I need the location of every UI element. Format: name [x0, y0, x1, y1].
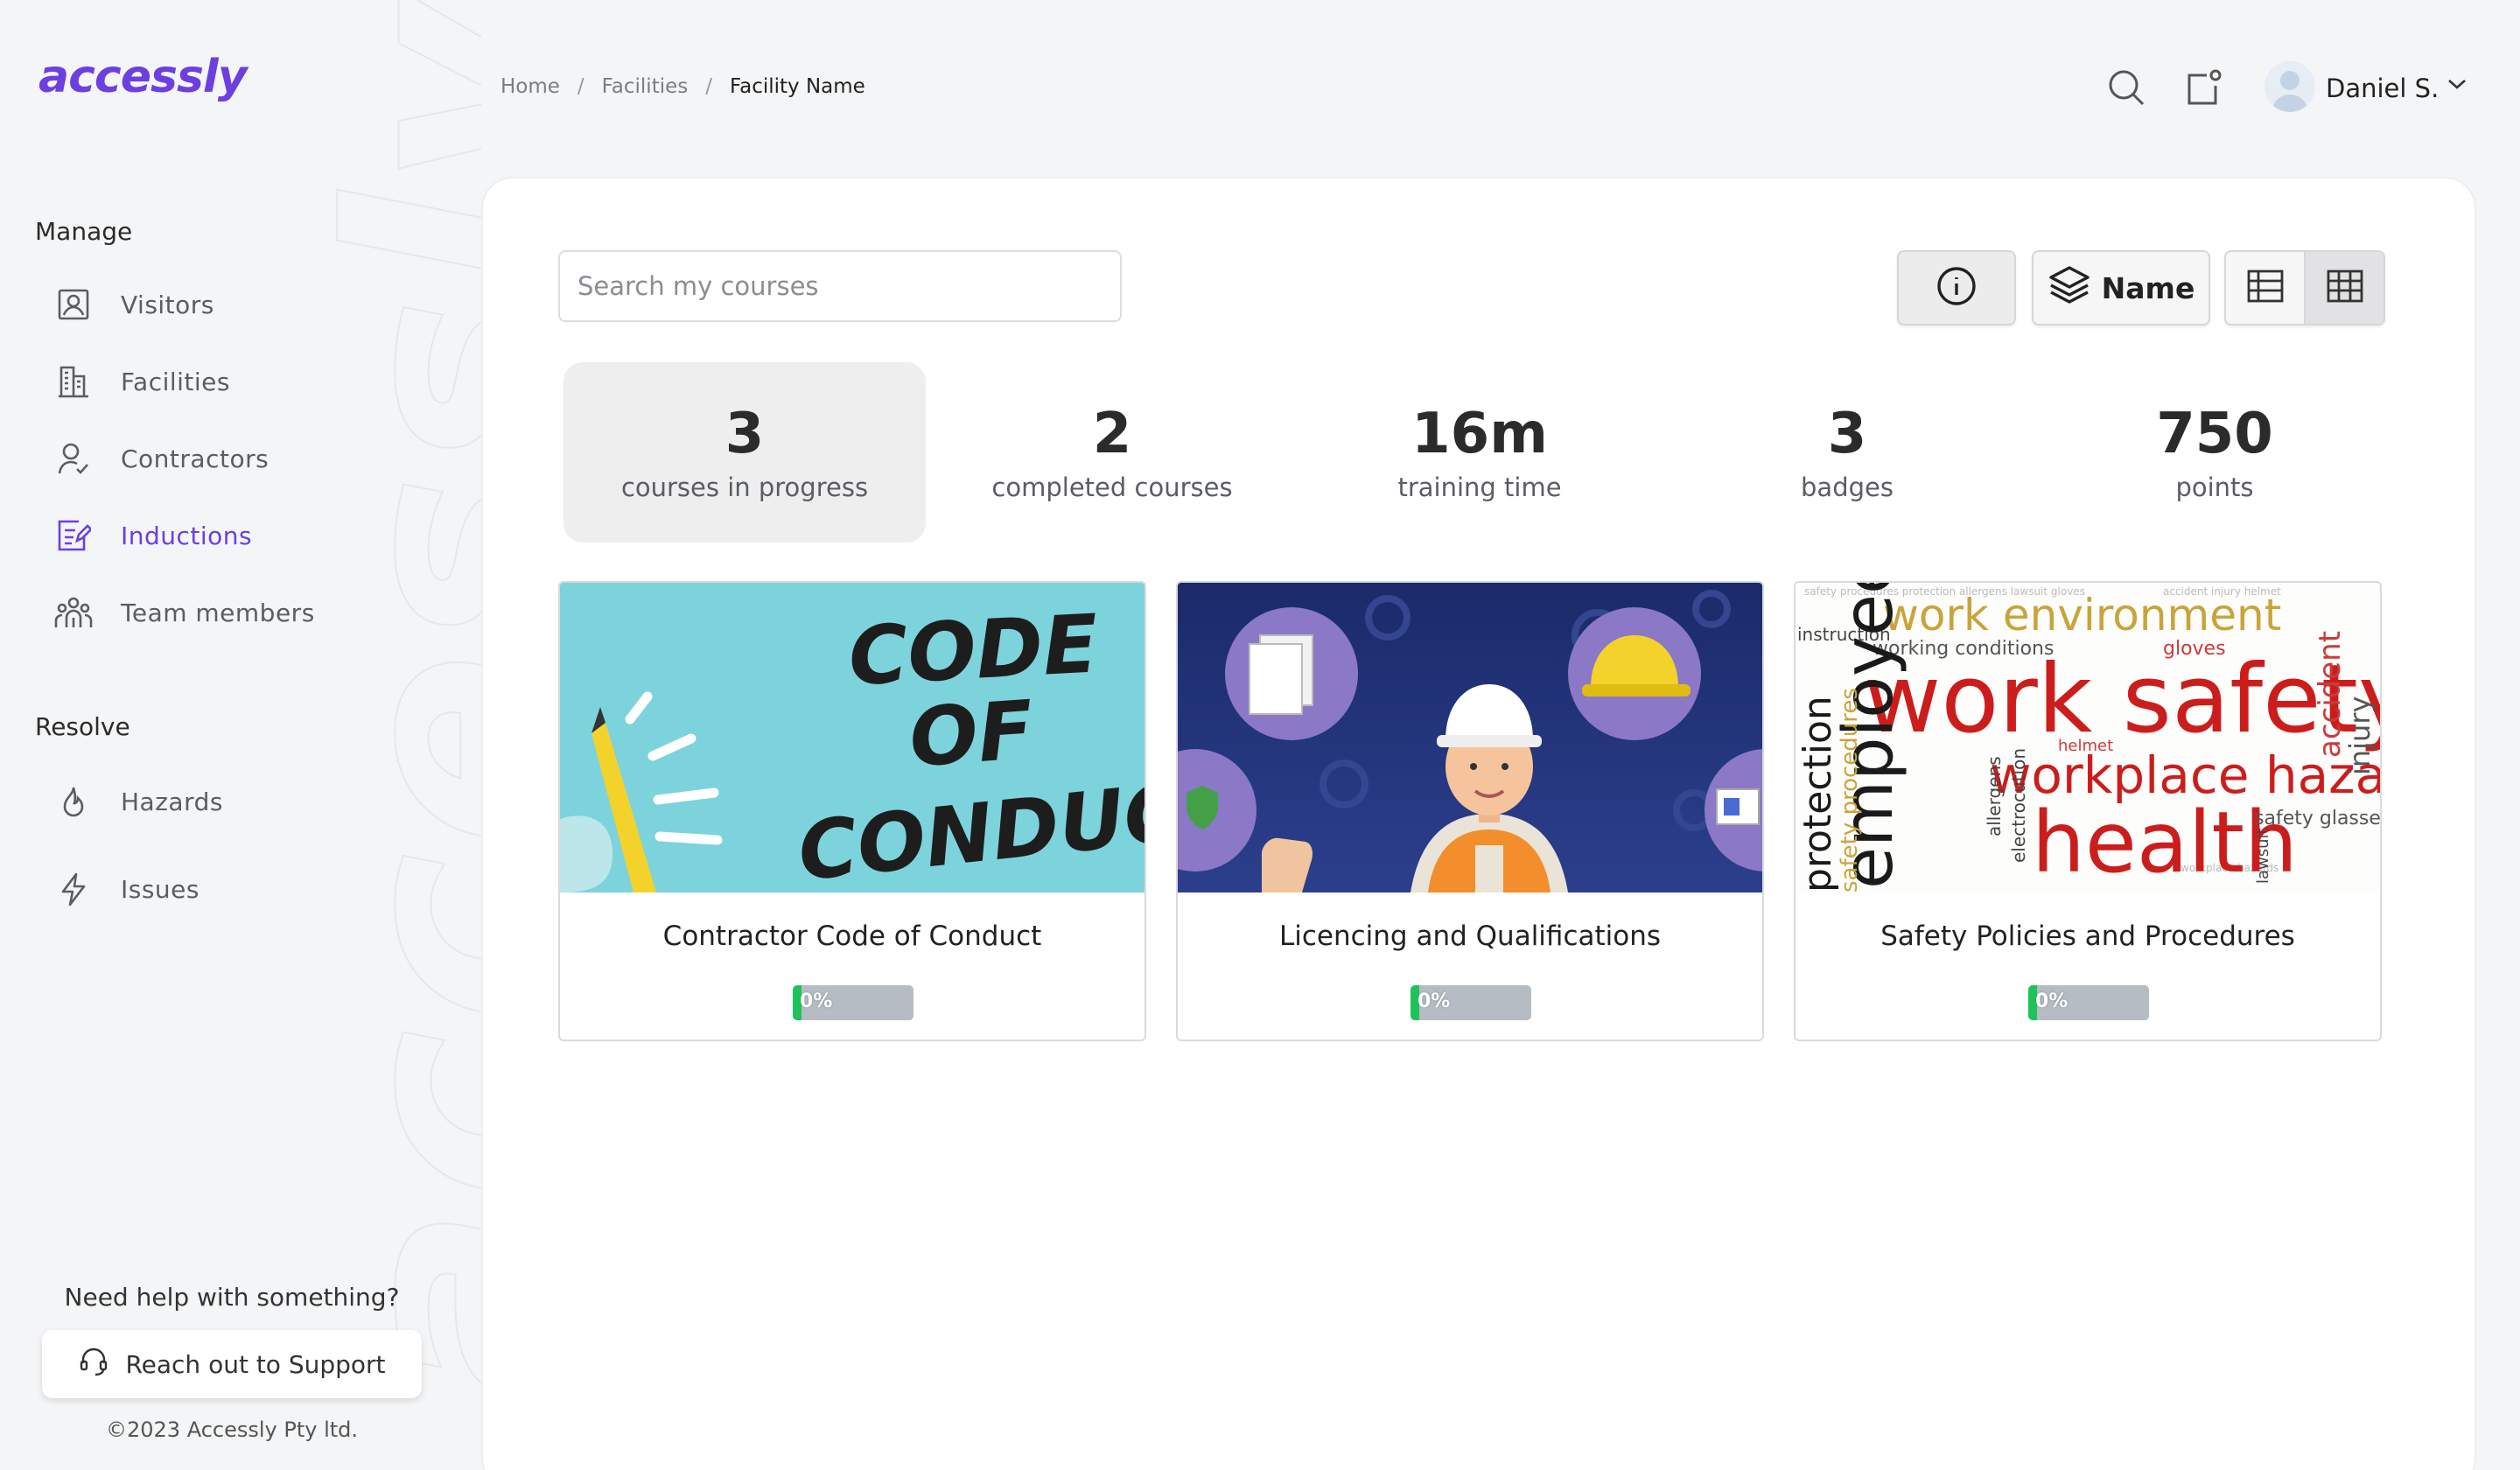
course-progress-bar: 0%: [793, 985, 914, 1020]
stat-caption: completed courses: [991, 472, 1233, 502]
info-button[interactable]: [1897, 250, 2016, 326]
sidebar-item-contractors[interactable]: Contractors: [54, 432, 269, 485]
thumb-word-safety-procedures: safety procedures: [1837, 688, 1863, 892]
sidebar-item-team-members[interactable]: Team members: [54, 586, 315, 639]
sidebar-item-visitors[interactable]: Visitors: [54, 278, 214, 331]
lightning-icon: [54, 870, 93, 908]
user-check-icon: [54, 439, 93, 478]
sort-by-name-button[interactable]: Name: [2032, 250, 2210, 326]
breadcrumb: Home / Facilities / Facility Name: [500, 75, 865, 98]
thumb-word-protection: protection: [1796, 696, 1840, 892]
sidebar-item-hazards[interactable]: Hazards: [54, 775, 223, 828]
course-title: Licencing and Qualifications: [1278, 920, 1662, 952]
stat-caption: badges: [1801, 472, 1894, 502]
stat-courses-in-progress[interactable]: 3 courses in progress: [564, 362, 926, 542]
breadcrumb-home[interactable]: Home: [500, 75, 560, 98]
progress-label: 0%: [1418, 990, 1451, 1012]
thumb-word-work-safety: work safety: [1864, 645, 2382, 754]
sidebar-item-label: Issues: [121, 874, 200, 904]
course-progress-bar: 0%: [1410, 985, 1531, 1020]
progress-label: 0%: [2035, 990, 2068, 1012]
thumb-word-accident: accident: [2313, 631, 2348, 758]
stat-badges[interactable]: 3 badges: [1666, 362, 2028, 542]
course-thumbnail: [1178, 583, 1762, 892]
stat-value: 16m: [1411, 402, 1548, 466]
progress-label: 0%: [800, 990, 833, 1012]
sidebar-item-label: Contractors: [121, 444, 270, 473]
user-name[interactable]: Daniel S.: [2326, 74, 2439, 103]
breadcrumb-current: Facility Name: [730, 75, 865, 98]
app-logo[interactable]: accessly: [38, 51, 248, 103]
thumb-word-injury: injury: [2343, 696, 2376, 775]
stat-caption: courses in progress: [620, 472, 869, 502]
edit-list-icon: [54, 516, 93, 555]
search-icon[interactable]: [2105, 66, 2147, 108]
thumb-word-work-environment: work environment: [1883, 590, 2281, 640]
sidebar-item-label: Hazards: [121, 787, 223, 816]
help-text: Need help with something?: [64, 1283, 400, 1312]
reach-support-button[interactable]: Reach out to Support: [42, 1330, 422, 1398]
stat-caption: training time: [1397, 472, 1562, 502]
course-card[interactable]: Licencing and Qualifications 0%: [1176, 581, 1764, 1041]
section-label-resolve: Resolve: [35, 712, 130, 741]
stat-value: 3: [1827, 402, 1867, 466]
sort-label: Name: [2101, 270, 2195, 305]
breadcrumb-separator: /: [577, 75, 584, 98]
sidebar-item-label: Facilities: [121, 367, 230, 396]
main-panel: Name 3 courses in progress 2 completed c…: [481, 177, 2476, 1470]
stat-caption: points: [2175, 472, 2254, 502]
course-title: Contractor Code of Conduct: [662, 920, 1042, 952]
sidebar-item-issues[interactable]: Issues: [54, 863, 200, 915]
course-card[interactable]: CODE OF CONDUCT Contractor Code of Condu…: [558, 581, 1146, 1041]
course-card[interactable]: safety procedures protection allergens l…: [1794, 581, 2382, 1041]
team-icon: [54, 593, 93, 632]
headset-icon: [78, 1346, 109, 1383]
copyright-text: ©2023 Accessly Pty ltd.: [105, 1418, 359, 1442]
sidebar-item-label: Inductions: [121, 521, 253, 550]
stat-points[interactable]: 750 points: [2034, 362, 2396, 542]
layers-icon: [2048, 262, 2091, 313]
sidebar-item-facilities[interactable]: Facilities: [54, 355, 230, 408]
logo-watermark: accessly: [288, 0, 481, 1401]
view-toggle: [2224, 250, 2385, 326]
course-thumbnail: safety procedures protection allergens l…: [1796, 583, 2382, 892]
grid-view-button[interactable]: [2304, 252, 2384, 324]
stat-completed-courses[interactable]: 2 completed courses: [931, 362, 1293, 542]
reach-support-label: Reach out to Support: [125, 1349, 386, 1379]
thumb-word-helmet: lawsuit: [2254, 828, 2272, 884]
search-input[interactable]: [558, 250, 1122, 322]
sidebar-item-label: Team members: [121, 598, 315, 627]
stat-value: 3: [724, 402, 765, 466]
course-progress-bar: 0%: [2028, 985, 2149, 1020]
course-title: Safety Policies and Procedures: [1880, 920, 2295, 952]
flame-icon: [54, 782, 93, 821]
notification-icon[interactable]: [2182, 66, 2224, 108]
sidebar-item-label: Visitors: [121, 290, 214, 319]
stat-value: 750: [2156, 402, 2273, 466]
info-icon: [1936, 265, 1978, 311]
thumb-word-lawsuit: electrocution: [2008, 748, 2029, 863]
stat-value: 2: [1092, 402, 1132, 466]
sidebar: accessly accessly Manage Visitors Facili…: [0, 0, 481, 1470]
building-icon: [54, 362, 93, 401]
thumb-word-safety-glasses: safety glasses: [2254, 808, 2382, 830]
list-view-button[interactable]: [2226, 252, 2304, 324]
grid-icon: [2326, 269, 2364, 307]
breadcrumb-facilities[interactable]: Facilities: [602, 75, 689, 98]
section-label-manage: Manage: [35, 217, 133, 246]
stat-training-time[interactable]: 16m training time: [1298, 362, 1661, 542]
thumb-word-allergens: allergens: [1984, 756, 2005, 836]
visitor-badge-icon: [54, 285, 93, 324]
avatar[interactable]: [2264, 61, 2315, 112]
thumb-text-of: OF: [906, 683, 1036, 786]
breadcrumb-separator: /: [705, 75, 712, 98]
course-thumbnail: CODE OF CONDUCT: [560, 583, 1144, 892]
sidebar-item-inductions[interactable]: Inductions: [54, 509, 252, 562]
table-rows-icon: [2246, 269, 2285, 307]
chevron-down-icon[interactable]: [2446, 77, 2468, 94]
